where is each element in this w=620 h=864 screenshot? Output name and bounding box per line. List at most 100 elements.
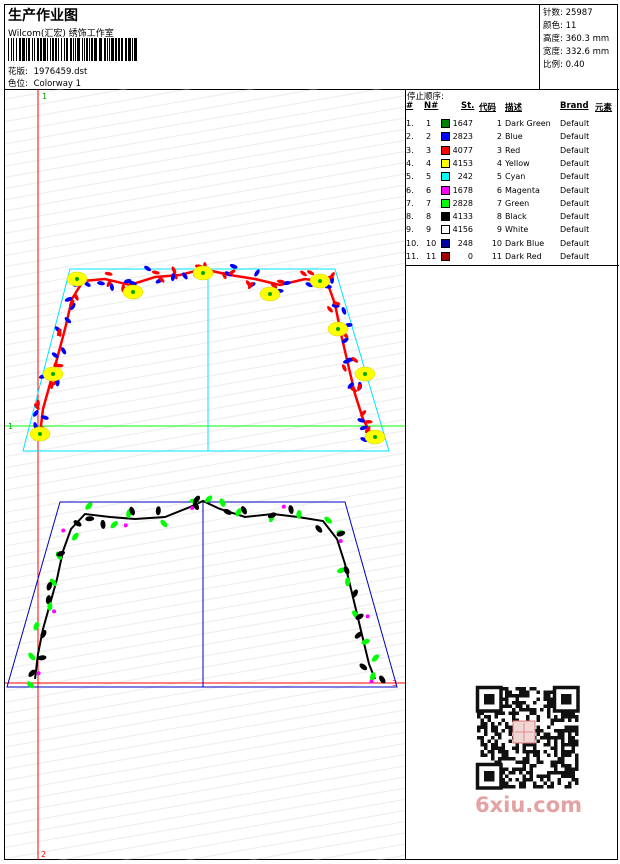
qr-module (575, 781, 579, 785)
legend-row-stitches: 0 (467, 252, 473, 261)
qr-module (515, 711, 519, 715)
qr-module (480, 739, 484, 743)
qr-module (547, 736, 551, 740)
qr-module (550, 718, 554, 722)
legend-row: 8. 8 8 Black Default 4133 (406, 211, 619, 224)
colorway-label: 色位: (8, 79, 28, 89)
barcode-bar (107, 38, 108, 61)
qr-module (519, 687, 523, 691)
qr-finder-center (484, 771, 495, 782)
qr-module (526, 778, 530, 782)
qr-module (480, 725, 484, 729)
qr-module (536, 785, 540, 789)
green-leaf (71, 532, 79, 541)
legend-row-code: 11 (491, 252, 502, 261)
barcode-bar (121, 38, 123, 61)
legend-row-brand: Default (560, 252, 590, 261)
red-leaf (104, 271, 113, 276)
qr-module (498, 736, 502, 740)
qr-module (529, 711, 533, 715)
qr-module (540, 708, 544, 712)
qr-module (554, 715, 558, 719)
qr-module (494, 739, 498, 743)
legend-row-needle: 8 (426, 212, 432, 222)
qr-module (561, 729, 565, 733)
qr-module (487, 750, 491, 754)
legend-row-desc: Dark Red (505, 252, 542, 261)
qr-module (508, 690, 512, 694)
legend-row-stitches: 242 (457, 172, 473, 182)
colorway-value: Colorway 1 (33, 79, 82, 89)
qr-module (508, 704, 512, 708)
qr-module (547, 743, 551, 747)
qr-module (561, 750, 565, 754)
legend-row: 2. 2 2 Blue Default 2823 (406, 131, 619, 144)
qr-module (501, 750, 505, 754)
barcode-bar (75, 38, 76, 61)
qr-module (557, 760, 561, 764)
qr-module (529, 778, 533, 782)
qr-module (575, 732, 579, 736)
qr-module (501, 757, 505, 761)
magenta-bud (190, 505, 195, 510)
qr-finder-center (484, 694, 495, 705)
qr-module (480, 743, 484, 747)
qr-module (550, 764, 554, 768)
qr-module (512, 701, 516, 705)
flower-center (51, 372, 55, 376)
barcode-bar (104, 38, 106, 61)
legend-row-code: 5 (496, 172, 502, 182)
legend-row-code: 8 (496, 212, 502, 222)
barcode (8, 38, 137, 61)
qr-module (547, 732, 551, 736)
qr-module (498, 732, 502, 736)
qr-module (505, 725, 509, 729)
qr-module (564, 753, 568, 757)
legend-header-hash: # (406, 101, 414, 111)
qr-module (550, 771, 554, 775)
legend-row-needle: 4 (426, 158, 432, 168)
qr-module (477, 736, 481, 740)
qr-module (526, 715, 530, 719)
black-leaf (223, 508, 232, 515)
qr-module (543, 750, 547, 754)
legend-row-code: 7 (496, 198, 502, 208)
qr-module (494, 715, 498, 719)
qr-module (561, 718, 565, 722)
qr-module (477, 715, 481, 719)
qr-module (564, 767, 568, 771)
barcode-bar (91, 38, 93, 61)
qr-module (494, 729, 498, 733)
qr-module (505, 757, 509, 761)
qr-module (564, 725, 568, 729)
qr-module (526, 743, 530, 747)
qr-module (480, 736, 484, 740)
qr-module (550, 785, 554, 789)
watermark-logo: 6xiu.com (475, 793, 583, 817)
black-leaf (359, 663, 368, 671)
qr-module (547, 774, 551, 778)
black-leaf (288, 505, 294, 514)
qr-module (522, 690, 526, 694)
qr-module (547, 771, 551, 775)
magenta-bud (123, 523, 128, 528)
barcode-bar (111, 38, 114, 61)
qr-module (526, 690, 530, 694)
barcode-bar (8, 38, 9, 61)
qr-module (505, 753, 509, 757)
legend-row-stitches: 4133 (452, 212, 473, 222)
qr-module (484, 753, 488, 757)
qr-module (522, 785, 526, 789)
qr-module (505, 722, 509, 726)
qr-module (526, 757, 530, 761)
qr-module (508, 725, 512, 729)
qr-module (571, 729, 575, 733)
qr-module (557, 729, 561, 733)
qr-module (515, 694, 519, 698)
barcode-bar (99, 38, 102, 61)
qr-module (512, 767, 516, 771)
legend-row-desc: White (505, 225, 529, 235)
qr-module (480, 750, 484, 754)
magenta-bud (338, 539, 343, 544)
qr-module (522, 760, 526, 764)
